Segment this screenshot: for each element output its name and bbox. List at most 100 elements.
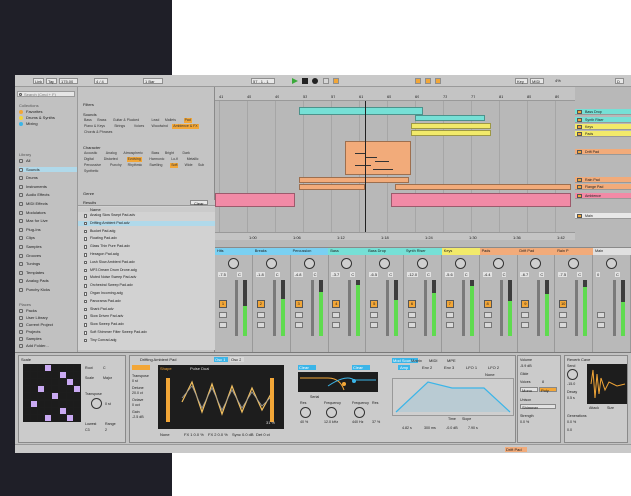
pan-knob[interactable] (492, 258, 504, 269)
drum-pad[interactable] (73, 407, 80, 414)
pan-readout[interactable]: C (426, 272, 431, 277)
track-header[interactable]: Bass Drop (575, 109, 631, 115)
result-item[interactable]: Soft Shimmer Filter Sweep Pad.adv (78, 330, 215, 336)
volume-fader[interactable] (499, 280, 503, 336)
reverb-send-knob[interactable] (567, 369, 578, 380)
drum-pad[interactable] (38, 407, 45, 414)
osc2-tab[interactable]: Osc 2 (230, 357, 244, 362)
drum-pad[interactable] (52, 407, 59, 414)
drum-pad[interactable] (66, 400, 73, 407)
envelope-value[interactable]: 300 ms (424, 426, 436, 430)
collection-item[interactable]: Mixing (19, 121, 38, 126)
track-number-button[interactable]: 1 (219, 300, 227, 308)
library-item[interactable]: Analog Pads (19, 278, 77, 283)
pan-knob[interactable] (417, 258, 428, 269)
arrangement-clip[interactable] (391, 193, 571, 207)
osc-octave-value[interactable]: 0 oct (132, 403, 140, 407)
places-item[interactable]: Projects (19, 329, 40, 334)
result-item[interactable]: Slow Sweep Pad.adv (78, 322, 215, 328)
osc-footer-value[interactable]: FX 1 0.0 % (184, 432, 204, 437)
collection-item[interactable]: Drums & Synths (19, 115, 55, 120)
key-map-button[interactable]: Key (515, 78, 528, 84)
track-number-button[interactable]: 2 (256, 300, 265, 308)
filter-chip[interactable]: Bass (83, 118, 93, 123)
track-header[interactable]: Ambience (575, 193, 631, 199)
drum-pad[interactable] (66, 379, 73, 386)
overdub-button[interactable] (323, 78, 329, 84)
result-item[interactable]: Panorama Pad.adv (78, 299, 215, 305)
solo-button[interactable] (483, 312, 492, 318)
drum-pad[interactable] (45, 393, 52, 400)
places-item[interactable]: Add Folder... (19, 343, 49, 348)
strip-header[interactable]: Rain P (555, 248, 594, 255)
mono-button[interactable]: Mono (520, 387, 538, 393)
transpose-knob[interactable] (91, 398, 102, 409)
drum-pad[interactable] (59, 365, 66, 371)
drum-pad[interactable] (31, 407, 38, 414)
osc-transpose-value[interactable]: 0 st (132, 379, 138, 383)
drum-pad[interactable] (38, 379, 45, 386)
volume-readout[interactable]: -6.7 (520, 272, 530, 277)
arrangement-clip[interactable] (299, 107, 423, 115)
track-activator-icon[interactable] (577, 110, 582, 114)
filter-chip[interactable]: Dark (182, 151, 191, 156)
pan-readout[interactable]: C (539, 272, 545, 277)
filter-chip[interactable]: Swelling (148, 163, 163, 168)
pan-knob[interactable] (303, 258, 315, 269)
drum-pad[interactable] (66, 365, 73, 371)
drum-pad[interactable] (73, 379, 80, 386)
library-item[interactable]: All (19, 158, 77, 163)
drum-pad[interactable] (59, 372, 66, 379)
volume-readout[interactable]: -7.5 (558, 272, 568, 277)
track-number-button[interactable]: 6 (408, 300, 416, 308)
arm-button[interactable] (256, 322, 265, 328)
drum-pad[interactable] (24, 379, 30, 386)
filter2-type-select[interactable]: Clean (352, 365, 370, 370)
pan-readout[interactable]: C (463, 272, 469, 277)
envelope-subtab[interactable]: LFO 2 (486, 365, 501, 370)
volume-fader[interactable] (613, 280, 616, 336)
envelope-subtab[interactable]: LFO 1 (464, 365, 479, 370)
volume-fader[interactable] (537, 280, 541, 336)
reverb-decay-value[interactable]: 0.5 s (567, 396, 575, 400)
result-item[interactable]: MP3 Dream Drum Drone.adg (78, 268, 215, 274)
drum-pad[interactable] (59, 400, 66, 407)
volume-readout[interactable]: -12.0 (407, 272, 419, 277)
track-activator-icon[interactable] (577, 150, 582, 154)
reverb-percent-value[interactable]: 0.0 % (567, 420, 576, 424)
pan-readout[interactable]: C (274, 272, 280, 277)
drum-pad[interactable] (45, 414, 52, 421)
filter-chip[interactable]: Voices (133, 124, 145, 129)
volume-readout[interactable]: 0 (596, 272, 601, 277)
solo-button[interactable] (256, 312, 265, 318)
filter-chip[interactable]: Harmonic (148, 157, 165, 162)
track-header[interactable]: Drift Pad (575, 149, 631, 155)
volume-fader[interactable] (272, 280, 276, 336)
drum-pad[interactable] (45, 386, 52, 393)
drum-pad[interactable] (38, 372, 45, 379)
filter-chip[interactable]: Strings (113, 124, 126, 129)
strip-header[interactable]: Bass Drop (366, 248, 405, 255)
filter-chip[interactable]: Bass (151, 151, 161, 156)
drum-pad[interactable] (59, 393, 66, 400)
osc-footer-value[interactable]: None (160, 432, 170, 437)
strip-header[interactable]: Drift Pad (517, 248, 556, 255)
drum-pad[interactable] (31, 386, 38, 393)
osc-footer-value[interactable]: Det 0 ct (256, 432, 270, 437)
volume-readout[interactable]: -7.5 (218, 272, 227, 277)
volume-fader[interactable] (461, 280, 465, 336)
track-activator-icon[interactable] (577, 214, 582, 218)
drum-pad[interactable] (52, 365, 59, 371)
arm-button[interactable] (483, 322, 492, 328)
drum-pad[interactable] (66, 372, 73, 379)
filter-chip[interactable]: Lo-fi (170, 157, 179, 162)
result-item[interactable]: Shark Pad.adv (78, 307, 215, 313)
drum-pad[interactable] (38, 386, 45, 393)
volume-fader[interactable] (310, 280, 314, 336)
drum-pad[interactable] (52, 400, 59, 407)
places-item[interactable]: User Library (19, 315, 48, 320)
track-activator-icon[interactable] (577, 178, 582, 182)
envelope-subtab[interactable]: Env 3 (442, 365, 456, 370)
mod-source-tab[interactable]: MIDI (428, 358, 438, 363)
drum-pad[interactable] (45, 379, 52, 386)
